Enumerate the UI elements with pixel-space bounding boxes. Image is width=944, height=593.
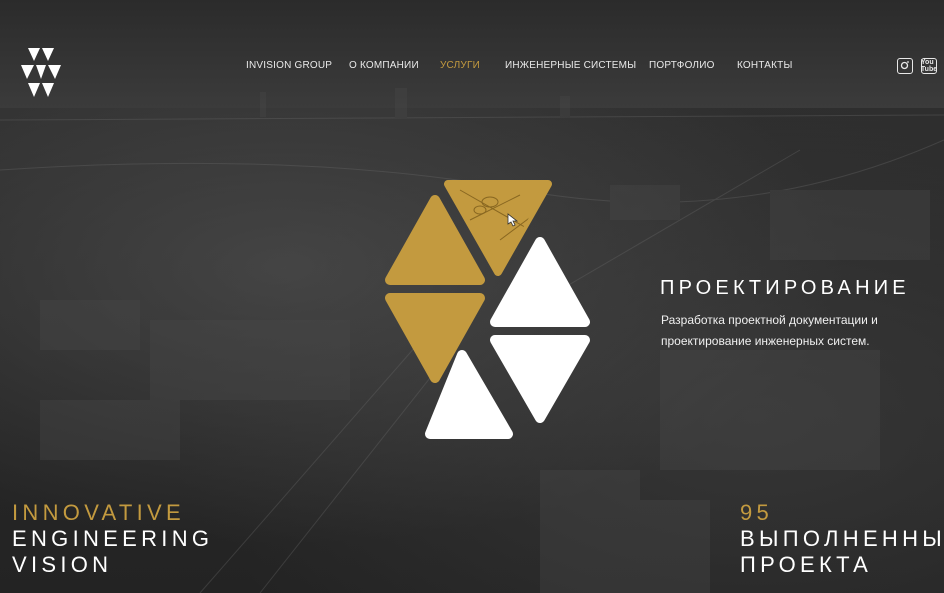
service-title: ПРОЕКТИРОВАНИЕ	[660, 277, 910, 299]
site-header: INVISION GROUP О КОМПАНИИ УСЛУГИ ИНЖЕНЕР…	[0, 0, 944, 108]
tagline: INNOVATIVE ENGINEERING VISION	[12, 500, 213, 578]
services-emblem	[385, 180, 590, 439]
invision-logo-icon[interactable]	[18, 45, 64, 103]
instagram-icon[interactable]	[897, 58, 913, 74]
nav-portfolio[interactable]: ПОРТФОЛИО	[649, 60, 715, 71]
projects-label-line-1: ВЫПОЛНЕННЫХ	[740, 526, 944, 551]
nav-about[interactable]: О КОМПАНИИ	[349, 60, 419, 71]
nav-contacts[interactable]: КОНТАКТЫ	[737, 60, 793, 71]
nav-services[interactable]: УСЛУГИ	[440, 60, 480, 71]
emblem-tile-white-right[interactable]	[490, 335, 590, 423]
projects-stat: 95 ВЫПОЛНЕННЫХ ПРОЕКТА	[740, 500, 944, 578]
tagline-line-1: INNOVATIVE	[12, 500, 185, 525]
tagline-line-2: ENGINEERING	[12, 526, 214, 551]
nav-invision-group[interactable]: INVISION GROUP	[246, 60, 332, 71]
youtube-icon[interactable]: You Tube	[921, 58, 937, 74]
service-description: Разработка проектной документации и прое…	[661, 313, 878, 348]
youtube-label: You Tube	[920, 59, 938, 73]
main-navigation: INVISION GROUP О КОМПАНИИ УСЛУГИ ИНЖЕНЕР…	[0, 60, 944, 74]
projects-label-line-2: ПРОЕКТА	[740, 552, 873, 577]
projects-count: 95	[740, 500, 774, 525]
nav-engineering-systems[interactable]: ИНЖЕНЕРНЫЕ СИСТЕМЫ	[505, 60, 636, 71]
tagline-line-3: VISION	[12, 552, 113, 577]
